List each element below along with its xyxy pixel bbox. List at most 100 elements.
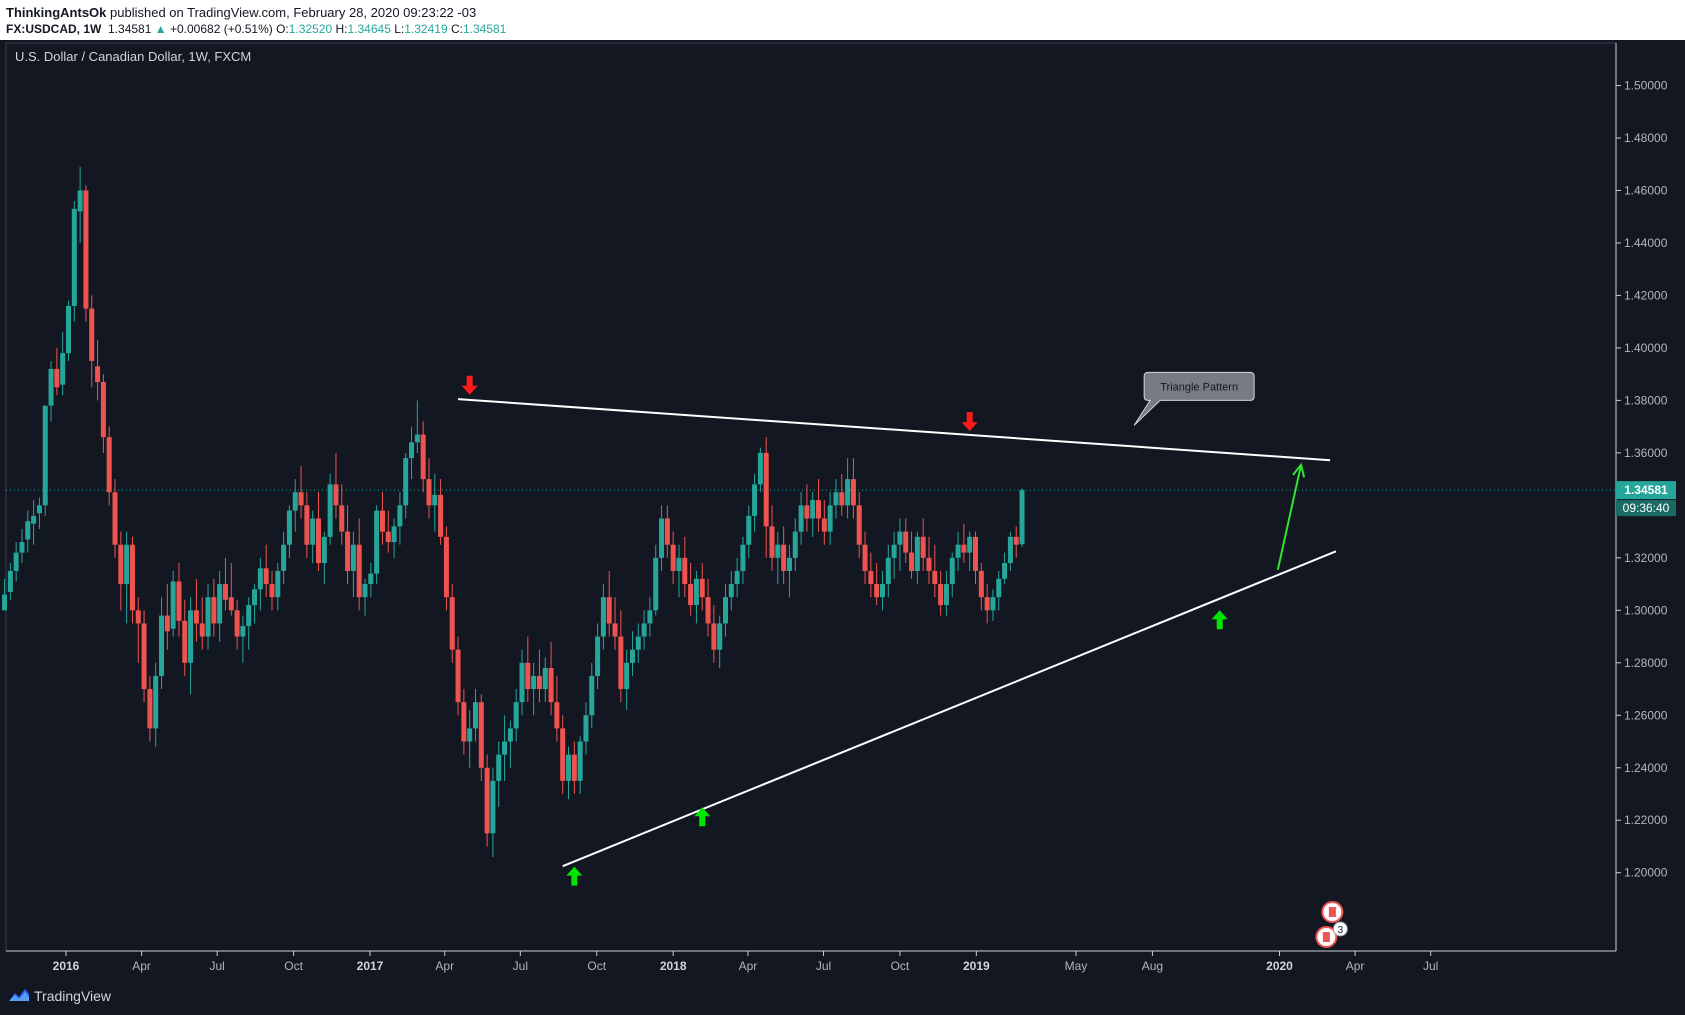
candle-body bbox=[286, 510, 292, 545]
candle-body bbox=[583, 715, 589, 742]
candle-body bbox=[693, 578, 699, 606]
candle-body bbox=[897, 531, 903, 545]
candle-body bbox=[362, 584, 368, 598]
time-tick-label: Jul bbox=[513, 959, 528, 973]
candle-body bbox=[426, 479, 432, 506]
candle-body bbox=[618, 636, 624, 690]
price-tick-label: 1.26000 bbox=[1624, 708, 1668, 722]
candle-body bbox=[71, 208, 77, 306]
candle-body bbox=[577, 741, 583, 781]
candle-body bbox=[339, 505, 345, 532]
candle-body bbox=[926, 557, 932, 571]
price-tick-label: 1.32000 bbox=[1624, 551, 1668, 565]
candle-body bbox=[432, 494, 438, 506]
event-count: 3 bbox=[1338, 925, 1344, 936]
candle-body bbox=[298, 492, 304, 506]
candle-body bbox=[786, 557, 792, 571]
time-tick-label: May bbox=[1065, 959, 1088, 973]
candle-body bbox=[973, 536, 979, 571]
price-tick-label: 1.48000 bbox=[1624, 131, 1668, 145]
candle-body bbox=[653, 557, 659, 611]
candle-body bbox=[443, 536, 449, 598]
candle-body bbox=[438, 494, 444, 537]
time-tick-label: Aug bbox=[1142, 959, 1163, 973]
tradingview-logo-icon[interactable] bbox=[8, 987, 30, 1003]
candle-body bbox=[612, 623, 618, 637]
candle-body bbox=[77, 190, 83, 212]
candle-body bbox=[281, 544, 287, 571]
bar-countdown-label: 09:36:40 bbox=[1623, 501, 1670, 515]
candle-body bbox=[345, 531, 351, 571]
candle-body bbox=[199, 623, 205, 637]
flag-mark bbox=[1322, 932, 1330, 942]
candle-body bbox=[914, 536, 920, 571]
candle-body bbox=[350, 544, 356, 571]
candle-body bbox=[205, 597, 211, 637]
candle-body bbox=[409, 442, 415, 459]
candle-body bbox=[513, 702, 519, 729]
candle-body bbox=[752, 484, 758, 516]
candle-body bbox=[118, 544, 124, 585]
candle-body bbox=[595, 636, 601, 676]
candle-body bbox=[781, 544, 787, 571]
candle-body bbox=[257, 568, 263, 590]
time-tick-label: Oct bbox=[587, 959, 606, 973]
candle-body bbox=[176, 581, 182, 621]
candle-body bbox=[129, 544, 135, 611]
candle-body bbox=[2, 594, 8, 611]
candle-body bbox=[949, 557, 955, 585]
candle-body bbox=[159, 615, 165, 676]
author-name[interactable]: ThinkingAntsOk bbox=[6, 5, 106, 20]
candle-body bbox=[65, 305, 71, 354]
price-tick-label: 1.50000 bbox=[1624, 79, 1668, 93]
candle-body bbox=[566, 754, 572, 781]
candle-body bbox=[153, 675, 159, 729]
candle-body bbox=[641, 623, 647, 637]
time-tick-label: Oct bbox=[891, 959, 910, 973]
candle-body bbox=[36, 505, 42, 514]
last-price: 1.34581 bbox=[108, 22, 152, 36]
candle-body bbox=[635, 636, 641, 650]
candle-body bbox=[839, 492, 845, 506]
time-tick-label: Apr bbox=[1346, 959, 1365, 973]
candle-body bbox=[472, 702, 478, 729]
candle-body bbox=[804, 505, 810, 519]
publication-header: ThinkingAntsOk published on TradingView.… bbox=[0, 0, 1685, 40]
price-tick-label: 1.30000 bbox=[1624, 603, 1668, 617]
candle-body bbox=[664, 518, 670, 545]
candle-body bbox=[391, 526, 397, 543]
price-change: +0.00682 (+0.51%) bbox=[169, 22, 273, 36]
candle-body bbox=[850, 479, 856, 506]
time-tick-label: 2018 bbox=[660, 959, 687, 973]
candle-body bbox=[240, 626, 246, 637]
candle-body bbox=[763, 452, 769, 527]
candle-body bbox=[990, 597, 996, 611]
candle-body bbox=[42, 405, 48, 506]
candle-body bbox=[13, 552, 19, 571]
price-chart[interactable]: 1.50000 1.48000 1.46000 1.44000 1.42000 1.400… bbox=[0, 40, 1685, 976]
footer-brand[interactable]: TradingView bbox=[34, 988, 111, 1004]
open-label: O: bbox=[276, 22, 289, 36]
time-tick-label: Apr bbox=[132, 959, 151, 973]
candle-body bbox=[624, 662, 630, 690]
candle-body bbox=[868, 570, 874, 585]
candle-body bbox=[164, 615, 170, 632]
candle-body bbox=[368, 573, 374, 585]
candle-body bbox=[304, 505, 310, 545]
candle-body bbox=[903, 531, 909, 553]
candle-body bbox=[234, 610, 240, 637]
symbol-label: FX:USDCAD, 1W bbox=[6, 22, 102, 36]
candle-body bbox=[827, 505, 833, 532]
candle-body bbox=[141, 623, 147, 690]
candle-body bbox=[478, 702, 484, 768]
candle-body bbox=[31, 515, 37, 524]
candle-body bbox=[100, 382, 106, 438]
candle-body bbox=[769, 526, 775, 558]
candle-body bbox=[385, 531, 391, 543]
candle-body bbox=[856, 505, 862, 545]
candle-body bbox=[542, 668, 548, 690]
candle-body bbox=[467, 728, 473, 742]
candle-body bbox=[600, 597, 606, 637]
candle-body bbox=[874, 584, 880, 598]
candle-body bbox=[252, 589, 258, 606]
